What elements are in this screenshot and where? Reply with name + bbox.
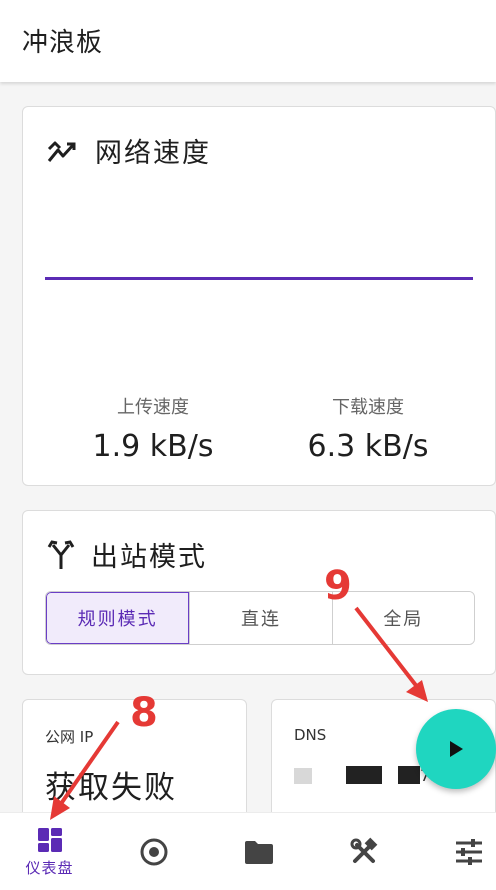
annotation-number-9: 9	[324, 563, 352, 609]
nav-target[interactable]	[104, 813, 203, 890]
speed-graph-line	[45, 277, 473, 280]
download-speed-value: 6.3 kB/s	[307, 429, 429, 464]
speed-card-title: 网络速度	[95, 138, 211, 169]
dns-redacted-block	[346, 766, 382, 784]
target-icon	[140, 838, 167, 866]
tools-icon	[350, 837, 377, 863]
dns-redacted-block	[294, 768, 312, 784]
nav-files[interactable]	[209, 813, 308, 890]
upload-speed-value: 1.9 kB/s	[92, 429, 214, 464]
mode-segmented-control: 规则模式 直连 全局	[45, 591, 475, 645]
mode-option-rule[interactable]: 规则模式	[46, 592, 190, 644]
upload-speed-label: 上传速度	[117, 397, 189, 418]
upload-speed: 上传速度 1.9 kB/s	[53, 393, 253, 464]
download-speed-label: 下载速度	[332, 397, 404, 418]
nav-dashboard[interactable]: 仪表盘	[0, 813, 99, 890]
download-speed: 下载速度 6.3 kB/s	[268, 393, 468, 464]
sliders-icon	[455, 839, 482, 865]
public-ip-value: 获取失败	[45, 770, 177, 806]
play-icon	[450, 741, 463, 757]
dns-label: DNS	[294, 726, 327, 744]
start-vpn-button[interactable]	[416, 709, 496, 789]
app-title: 冲浪板	[22, 28, 104, 58]
app-bar: 冲浪板	[0, 0, 496, 82]
dns-redacted-block	[398, 766, 420, 784]
nav-dashboard-label: 仪表盘	[25, 858, 74, 877]
folder-icon	[244, 841, 273, 864]
outbound-mode-card: 出站模式 规则模式 直连 全局	[22, 510, 496, 675]
mode-option-direct[interactable]: 直连	[189, 592, 332, 644]
trending-icon	[47, 141, 76, 162]
mode-option-global[interactable]: 全局	[331, 592, 474, 644]
bottom-navigation: 仪表盘	[0, 812, 496, 890]
nav-tools[interactable]	[314, 813, 413, 890]
mode-card-title: 出站模式	[91, 542, 207, 573]
annotation-number-8: 8	[130, 690, 158, 736]
public-ip-label: 公网 IP	[45, 728, 94, 746]
nav-settings[interactable]	[419, 813, 496, 890]
dashboard-icon	[37, 827, 62, 852]
route-split-icon	[47, 539, 75, 569]
network-speed-card: 网络速度 上传速度 1.9 kB/s 下载速度 6.3 kB/s	[22, 106, 496, 486]
